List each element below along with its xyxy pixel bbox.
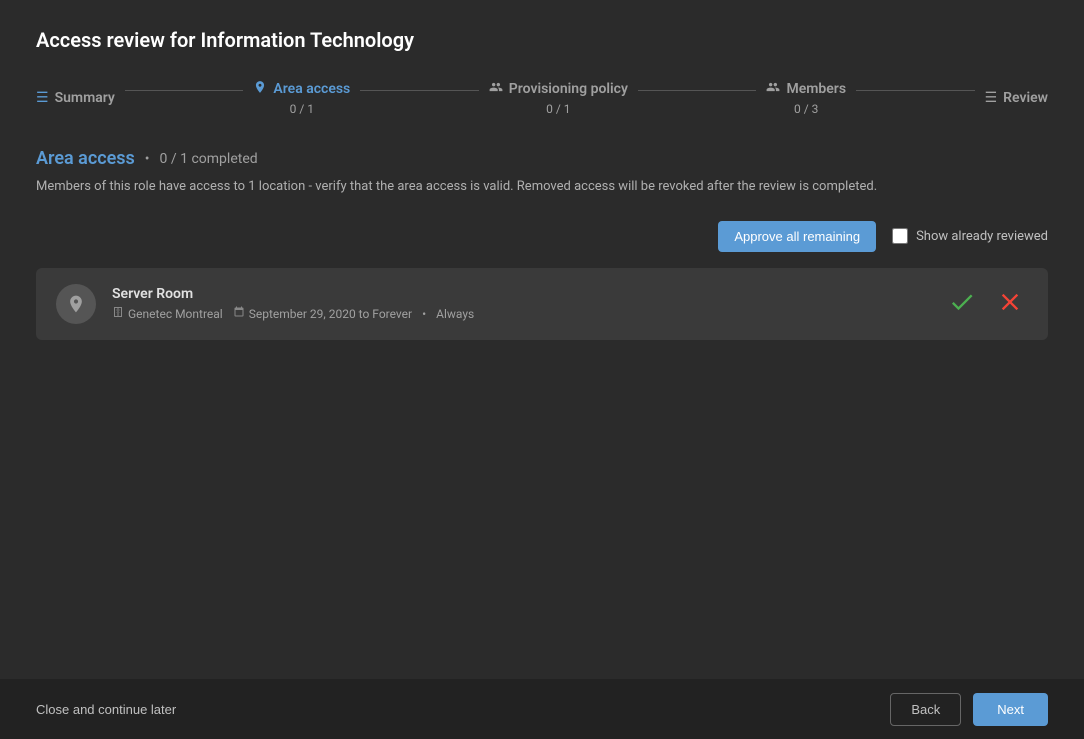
section-title-row: Area access • 0 / 1 completed xyxy=(36,148,1048,169)
next-button[interactable]: Next xyxy=(973,693,1048,726)
step-line-2 xyxy=(360,90,479,91)
access-site: Genetec Montreal xyxy=(112,306,223,321)
step-members-label: Members xyxy=(786,81,846,97)
show-reviewed-checkbox[interactable] xyxy=(892,228,908,244)
summary-icon: ☰ xyxy=(36,90,49,106)
meta-dot-separator: • xyxy=(422,307,426,321)
access-icon-wrapper xyxy=(56,284,96,324)
step-provisioning-label: Provisioning policy xyxy=(509,81,628,97)
step-members-counter: 0 / 3 xyxy=(794,102,818,116)
access-actions xyxy=(944,284,1028,324)
stepper: ☰ Summary Area access 0 / 1 xyxy=(36,80,1048,116)
step-review: ☰ Review xyxy=(985,90,1048,106)
show-reviewed-label[interactable]: Show already reviewed xyxy=(892,228,1048,244)
step-review-label: Review xyxy=(1003,90,1048,106)
site-name: Genetec Montreal xyxy=(128,307,223,321)
show-reviewed-text: Show already reviewed xyxy=(916,229,1048,244)
footer-right: Back Next xyxy=(890,693,1048,726)
action-bar: Approve all remaining Show already revie… xyxy=(36,221,1048,252)
step-summary-label: Summary xyxy=(55,90,115,106)
step-provisioning: Provisioning policy 0 / 1 xyxy=(489,80,628,116)
reject-button[interactable] xyxy=(992,284,1028,324)
building-icon xyxy=(112,306,124,321)
section-completed: 0 / 1 completed xyxy=(160,151,258,167)
close-continue-button[interactable]: Close and continue later xyxy=(36,702,176,717)
page-container: Access review for Information Technology… xyxy=(0,0,1084,739)
calendar-icon xyxy=(233,306,245,321)
access-meta: Genetec Montreal September 29, 2020 to F… xyxy=(112,306,928,321)
step-line-4 xyxy=(856,90,975,91)
members-icon xyxy=(766,80,780,98)
access-name: Server Room xyxy=(112,286,928,302)
step-members: Members 0 / 3 xyxy=(766,80,846,116)
main-content: Area access • 0 / 1 completed Members of… xyxy=(36,148,1048,739)
approve-all-button[interactable]: Approve all remaining xyxy=(718,221,876,252)
step-line-1 xyxy=(125,90,244,91)
review-icon: ☰ xyxy=(985,90,998,106)
footer: Close and continue later Back Next xyxy=(0,679,1084,739)
dot-separator: • xyxy=(145,151,150,167)
back-button[interactable]: Back xyxy=(890,693,961,726)
step-provisioning-counter: 0 / 1 xyxy=(546,102,570,116)
schedule-text: Always xyxy=(436,307,474,321)
step-line-3 xyxy=(638,90,757,91)
section-title: Area access xyxy=(36,148,135,169)
provisioning-icon xyxy=(489,80,503,98)
location-pin-icon xyxy=(66,294,86,314)
access-date-range: September 29, 2020 to Forever xyxy=(233,306,412,321)
approve-button[interactable] xyxy=(944,284,980,324)
step-area-access-counter: 0 / 1 xyxy=(290,102,314,116)
access-info: Server Room Genetec Montreal xyxy=(112,286,928,321)
section-description: Members of this role have access to 1 lo… xyxy=(36,177,1048,197)
step-summary: ☰ Summary xyxy=(36,90,115,106)
date-range-text: September 29, 2020 to Forever xyxy=(249,307,412,321)
area-access-icon xyxy=(253,80,267,98)
step-area-access: Area access 0 / 1 xyxy=(253,80,350,116)
page-title: Access review for Information Technology xyxy=(36,28,1048,52)
step-area-access-label: Area access xyxy=(273,81,350,97)
access-card: Server Room Genetec Montreal xyxy=(36,268,1048,340)
